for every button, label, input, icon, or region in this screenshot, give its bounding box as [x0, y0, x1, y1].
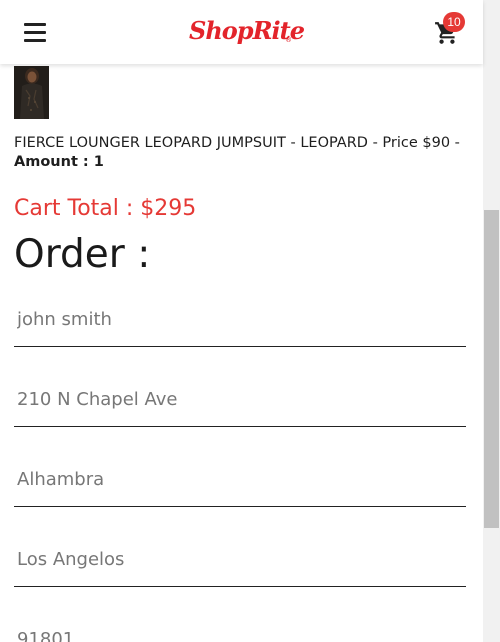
zip-input[interactable] [14, 616, 457, 642]
address-field [14, 376, 466, 427]
shoprite-logo[interactable]: ShopRite ® [189, 14, 305, 50]
city-input[interactable] [14, 456, 457, 502]
county-field [14, 536, 466, 587]
product-photo [14, 66, 49, 119]
checkout-page: ShopRite ® 10 FIERCE LOUNGER LEOPARD JUM… [0, 0, 500, 642]
product-thumbnail[interactable] [14, 66, 49, 119]
address-input[interactable] [14, 376, 457, 422]
cart-item-line: FIERCE LOUNGER LEOPARD JUMPSUIT - LEOPAR… [14, 134, 474, 172]
cart-count-badge: 10 [443, 12, 465, 32]
logo-registered-mark: ® [285, 36, 292, 44]
zip-field [14, 616, 466, 642]
scrollbar-thumb[interactable] [484, 210, 499, 528]
county-input[interactable] [14, 536, 457, 582]
name-input[interactable] [14, 296, 457, 342]
cart-item-amount: Amount : 1 [14, 154, 104, 170]
order-heading: Order : [14, 232, 151, 277]
cart-total: Cart Total : $295 [14, 196, 197, 221]
cart-item-description: FIERCE LOUNGER LEOPARD JUMPSUIT - LEOPAR… [14, 135, 460, 151]
name-field [14, 296, 466, 347]
city-field [14, 456, 466, 507]
top-app-bar: ShopRite ® 10 [0, 0, 483, 64]
hamburger-menu-icon[interactable] [24, 22, 46, 42]
